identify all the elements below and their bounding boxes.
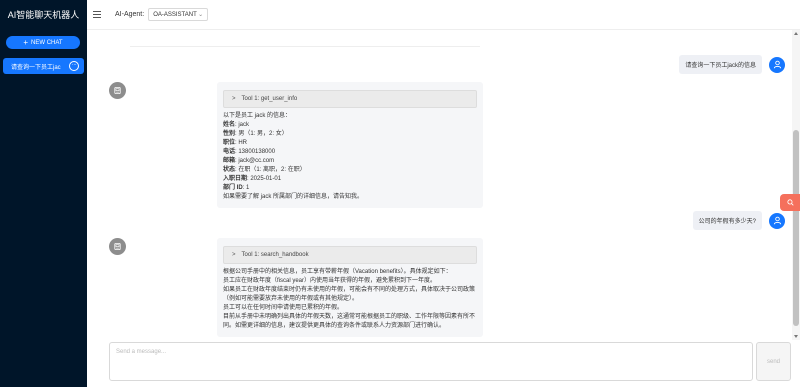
message-line: 员工可以在任何时间申请使用已累积的年假。 xyxy=(223,305,344,311)
tool-call-panel[interactable]: > Tool 1: search_handbook xyxy=(223,246,477,264)
assistant-text: 以下是员工 jack 的信息： 姓名: jack 性别: 男（1: 男，2: 女… xyxy=(223,112,477,202)
message-line: 邮箱: jack@cc.com xyxy=(223,158,275,164)
scroll-up-icon[interactable] xyxy=(794,32,798,35)
assistant-message: > Tool 1: get_user_info 以下是员工 jack 的信息： … xyxy=(217,82,483,208)
message-line: 电话: 13800138000 xyxy=(223,149,276,155)
message-line: 职位: HR xyxy=(223,140,248,146)
scrollbar-thumb[interactable] xyxy=(793,130,799,326)
user-message: 公司的年假有多少天? xyxy=(692,211,785,230)
message-line: 以下是员工 jack 的信息： xyxy=(223,113,292,119)
user-avatar xyxy=(769,56,785,73)
agent-label: AI-Agent: xyxy=(115,11,145,18)
message-line: 如果需要了解 jack 所属部门的详细信息，请告知我。 xyxy=(223,194,364,200)
sidebar: AI智能聊天机器人 + NEW CHAT 请查询一下员工jac ··· xyxy=(0,0,87,387)
scroll-down-icon[interactable] xyxy=(794,335,798,338)
tool-call-label: Tool 1: get_user_info xyxy=(241,96,298,102)
message-line: 员工应在财政年度（fiscal year）内使用当年获得的年假，避免累积到下一年… xyxy=(223,278,437,284)
chat-area: 请查询一下员工jack的信息 > Tool 1: get_user_info 以… xyxy=(87,30,792,340)
message-line: 如果员工在财政年度结束时仍有未使用的年假，可能会有不同的处理方式，具体取决于公司… xyxy=(223,287,476,293)
message-line: 目前从手册中未明确列出具体的年假天数，这通常可能根据员工的职级、工作年限等因素有… xyxy=(223,314,476,320)
agent-select[interactable]: OA-ASSISTANT ⌄ xyxy=(148,8,209,21)
agent-select-value: OA-ASSISTANT xyxy=(153,11,197,18)
assistant-text: 根据公司手册中的相关信息，员工享有带薪年假（Vacation benefits）… xyxy=(223,268,477,331)
more-icon[interactable]: ··· xyxy=(69,61,79,71)
message-line: 同。如需更详细的信息，建议提供更具体的查询条件或联系人力资源部门进行确认。 xyxy=(223,323,446,329)
message-line: 状态: 在职（1: 离职，2: 在职） xyxy=(223,167,306,173)
send-button[interactable]: send xyxy=(756,342,791,381)
plus-icon: + xyxy=(23,37,29,47)
new-chat-label: NEW CHAT xyxy=(31,39,63,46)
bot-avatar xyxy=(109,82,126,99)
assistant-message: > Tool 1: search_handbook 根据公司手册中的相关信息，员… xyxy=(217,238,483,337)
message-line: 性别: 男（1: 男，2: 女） xyxy=(223,131,288,137)
message-line: 入职日期: 2025-01-01 xyxy=(223,176,282,182)
tool-call-label: Tool 1: search_handbook xyxy=(241,252,309,258)
input-bar: send xyxy=(87,340,800,387)
user-bubble: 请查询一下员工jack的信息 xyxy=(679,55,762,74)
message-input[interactable] xyxy=(109,342,753,381)
message-line: （例如可能需要放弃未使用的年假或有其他规定）。 xyxy=(223,296,359,302)
robot-icon xyxy=(114,242,121,251)
float-button[interactable] xyxy=(780,194,800,211)
chat-scrollbar[interactable] xyxy=(792,30,800,340)
conversation-item[interactable]: 请查询一下员工jac ··· xyxy=(3,58,84,74)
message-line: 姓名: jack xyxy=(223,122,250,128)
conversation-title: 请查询一下员工jac xyxy=(11,64,61,71)
user-bubble: 公司的年假有多少天? xyxy=(692,211,762,230)
tool-call-panel[interactable]: > Tool 1: get_user_info xyxy=(223,90,477,108)
message-line: 根据公司手册中的相关信息，员工享有带薪年假（Vacation benefits）… xyxy=(223,269,452,275)
search-icon xyxy=(786,199,794,206)
bot-avatar xyxy=(109,238,126,255)
menu-icon[interactable] xyxy=(93,11,101,18)
divider xyxy=(130,46,480,47)
message-line: 部门 ID: 1 xyxy=(223,185,250,191)
app-title: AI智能聊天机器人 xyxy=(7,10,80,20)
user-icon xyxy=(773,216,781,225)
chevron-right-icon: > xyxy=(232,96,236,102)
new-chat-button[interactable]: + NEW CHAT xyxy=(6,36,80,49)
header: AI-Agent: OA-ASSISTANT ⌄ xyxy=(87,0,800,30)
user-icon xyxy=(773,60,781,69)
chevron-right-icon: > xyxy=(232,252,236,258)
user-message: 请查询一下员工jack的信息 xyxy=(679,55,785,74)
user-avatar xyxy=(769,212,785,229)
chevron-down-icon: ⌄ xyxy=(198,12,204,18)
robot-icon xyxy=(114,86,121,95)
